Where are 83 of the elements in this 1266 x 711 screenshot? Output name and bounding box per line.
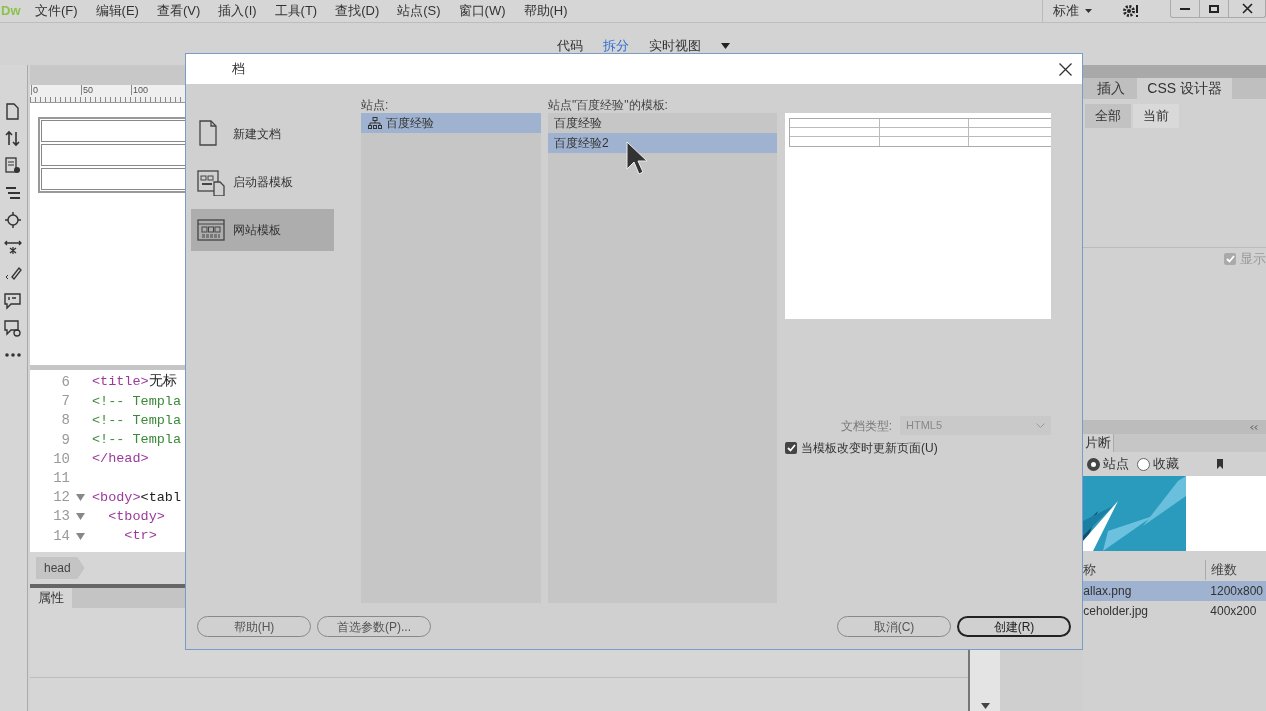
settings-icon[interactable] xyxy=(1122,3,1140,19)
asset-row[interactable]: ceholder.jpg 400x200 xyxy=(1083,601,1266,621)
category-item[interactable]: 网站模板 xyxy=(191,209,334,251)
code-line: <tbody> xyxy=(107,507,165,526)
site-template-icon xyxy=(197,216,225,244)
line-number: 6 xyxy=(60,373,70,393)
view-tab[interactable]: 代码 xyxy=(557,39,583,52)
radio-label: 站点 xyxy=(1103,455,1130,474)
mouse-pointer-icon xyxy=(626,141,648,177)
filter-button[interactable]: 当前 xyxy=(1133,103,1180,128)
fold-arrow-icon[interactable] xyxy=(76,532,86,540)
line-number: 10 xyxy=(52,449,70,469)
code-line: <!-- Templa xyxy=(91,411,182,430)
category-item[interactable]: 新建文档 xyxy=(191,113,334,155)
panel-tab[interactable]: 属性 xyxy=(29,588,72,608)
column-header: 称 xyxy=(1083,561,1098,580)
bookmark-icon[interactable] xyxy=(1217,459,1224,469)
menu-item[interactable]: 工具(T) xyxy=(265,0,327,22)
list-eye-icon[interactable] xyxy=(4,157,23,175)
code-line: <body><tabl xyxy=(91,488,182,507)
line-number: 9 xyxy=(60,430,70,450)
close-icon[interactable] xyxy=(1059,62,1072,76)
menu-item[interactable]: 插入(I) xyxy=(209,0,266,22)
ruler-label: 100 xyxy=(130,85,181,95)
line-number: 8 xyxy=(60,411,70,431)
sitemap-icon xyxy=(368,117,382,129)
view-caret-icon[interactable] xyxy=(721,42,730,49)
comment-icon[interactable] xyxy=(4,292,23,310)
code-line: <!-- Templa xyxy=(91,431,182,450)
menu-item[interactable]: 窗口(W) xyxy=(449,0,515,22)
line-number: 13 xyxy=(52,507,70,527)
menu-item[interactable]: 帮助(H) xyxy=(514,0,577,22)
align-lines-icon[interactable] xyxy=(4,184,23,202)
show-checkbox[interactable] xyxy=(1224,253,1236,265)
category-item[interactable]: 启动器模板 xyxy=(191,161,334,203)
starter-template-icon xyxy=(197,168,225,196)
column-header: 维数 xyxy=(1205,560,1266,580)
ruler-label: 0 xyxy=(30,85,81,95)
asset-row[interactable]: allax.png 1200x800 xyxy=(1083,581,1266,601)
chevron-down-icon xyxy=(1036,423,1045,428)
templates-label: 站点"百度经验"的模板: xyxy=(548,97,669,113)
caret-icon xyxy=(1085,9,1092,13)
menu-item[interactable]: 查看(V) xyxy=(147,0,210,22)
view-tab[interactable]: 实时视图 xyxy=(649,39,701,52)
workspace-dropdown[interactable]: 标准 xyxy=(1042,0,1092,22)
sites-label: 站点: xyxy=(361,97,390,113)
expand-asterisk-icon[interactable] xyxy=(4,238,23,256)
site-item[interactable]: 百度经验 xyxy=(361,113,541,133)
panel-tab[interactable]: 片断 xyxy=(1083,434,1115,452)
code-line: <title>无标 xyxy=(91,372,177,392)
line-number: 7 xyxy=(60,392,70,412)
menu-item[interactable]: 查找(D) xyxy=(326,0,389,22)
dialog-button[interactable]: 创建(R) xyxy=(957,616,1071,637)
panel-tab[interactable]: CSS 设计器 xyxy=(1137,78,1232,99)
template-item[interactable]: 百度经验 xyxy=(548,113,777,133)
update-pages-label: 当模板改变时更新页面(U) xyxy=(801,440,938,457)
code-line: </head> xyxy=(91,450,149,469)
up-down-arrows-icon[interactable] xyxy=(4,130,23,148)
template-item[interactable]: 百度经验2 xyxy=(548,133,777,153)
menu-item[interactable]: 编辑(E) xyxy=(86,0,148,22)
radio-button[interactable] xyxy=(1087,457,1101,471)
code-line: <tr> xyxy=(123,526,157,545)
ruler-label: 50 xyxy=(80,85,131,95)
fold-arrow-icon[interactable] xyxy=(76,513,86,521)
line-number: 11 xyxy=(52,469,70,489)
comment-remove-icon[interactable] xyxy=(4,319,23,337)
scroll-down-arrow-icon[interactable] xyxy=(980,703,990,709)
menu-item[interactable]: 文件(F) xyxy=(26,0,87,22)
menu-item[interactable]: 站点(S) xyxy=(388,0,450,22)
code-line: <!-- Templa xyxy=(91,392,182,411)
fold-arrow-icon[interactable] xyxy=(76,494,86,502)
target-icon[interactable] xyxy=(4,211,23,229)
filter-button[interactable]: 全部 xyxy=(1085,103,1132,128)
dialog-title: 档 xyxy=(232,60,245,79)
radio-label: 收藏 xyxy=(1153,455,1180,474)
update-pages-checkbox[interactable] xyxy=(785,442,797,454)
radio-button[interactable] xyxy=(1137,457,1151,471)
doc-type-label: 文档类型: xyxy=(840,417,892,435)
line-number: 12 xyxy=(52,488,70,508)
line-number: 14 xyxy=(52,526,70,546)
app-logo: Dw xyxy=(0,2,22,21)
tag-selector[interactable]: head xyxy=(35,557,85,579)
close-icon xyxy=(1241,3,1253,14)
